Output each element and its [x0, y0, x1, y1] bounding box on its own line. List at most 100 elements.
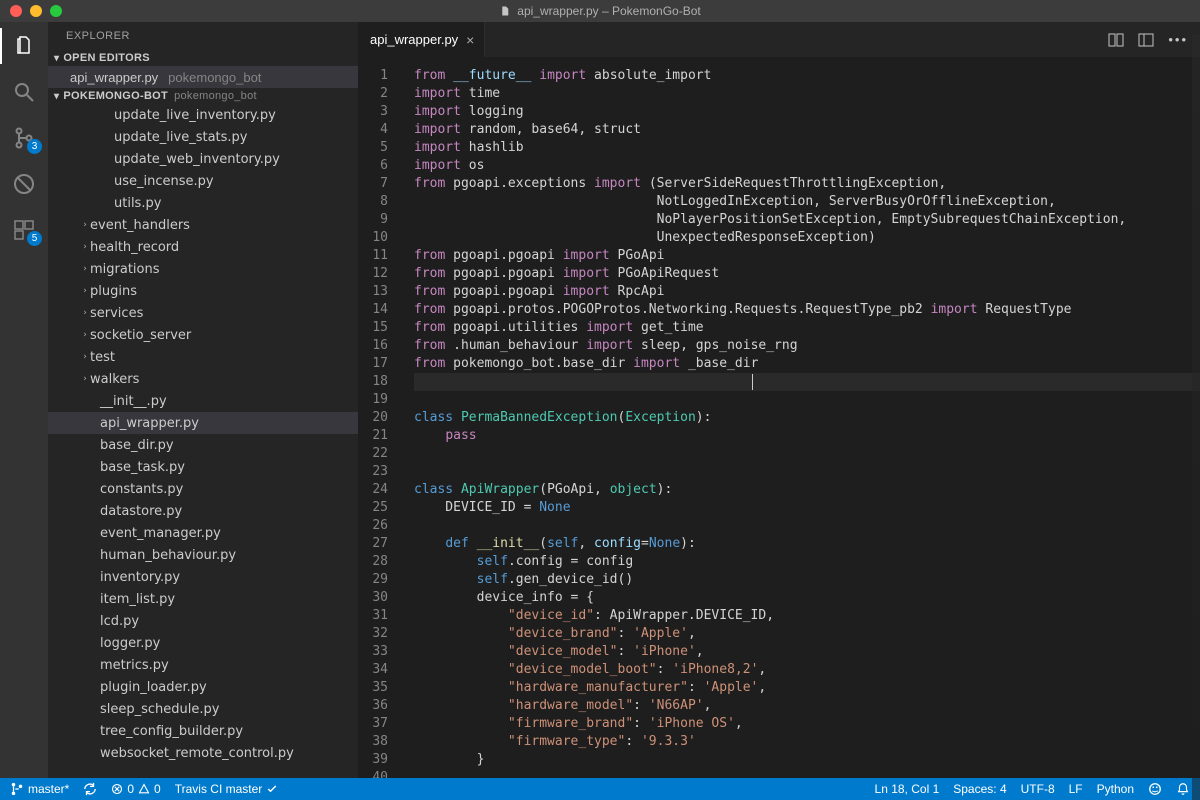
tree-folder[interactable]: ›walkers [48, 368, 358, 390]
tree-file[interactable]: ›lcd.py [48, 610, 358, 632]
tree-file[interactable]: ›constants.py [48, 478, 358, 500]
tree-file[interactable]: ›metrics.py [48, 654, 358, 676]
tree-file[interactable]: ›event_manager.py [48, 522, 358, 544]
code-line[interactable]: "device_id": ApiWrapper.DEVICE_ID, [414, 607, 1200, 625]
code-line[interactable]: from pgoapi.pgoapi import PGoApiRequest [414, 265, 1200, 283]
tree-file[interactable]: ›inventory.py [48, 566, 358, 588]
code-line[interactable]: "hardware_manufacturer": 'Apple', [414, 679, 1200, 697]
extensions-activity[interactable]: 5 [10, 216, 38, 244]
code-line[interactable]: from pgoapi.utilities import get_time [414, 319, 1200, 337]
travis-status[interactable]: Travis CI master [175, 782, 279, 796]
code-line[interactable]: from pgoapi.exceptions import (ServerSid… [414, 175, 1200, 193]
tree-file[interactable]: ›update_web_inventory.py [48, 148, 358, 170]
close-window-button[interactable] [10, 5, 22, 17]
branch-status[interactable]: master* [10, 782, 69, 796]
cursor-position-status[interactable]: Ln 18, Col 1 [875, 782, 940, 796]
scm-activity[interactable]: 3 [10, 124, 38, 152]
more-actions-icon[interactable]: ••• [1168, 32, 1188, 47]
code-line[interactable]: "firmware_brand": 'iPhone OS', [414, 715, 1200, 733]
tree-file[interactable]: ›base_task.py [48, 456, 358, 478]
code-line[interactable] [414, 445, 1200, 463]
tree-file[interactable]: ›human_behaviour.py [48, 544, 358, 566]
code-line[interactable] [414, 769, 1200, 778]
code-line[interactable]: def __init__(self, config=None): [414, 535, 1200, 553]
code-line[interactable]: DEVICE_ID = None [414, 499, 1200, 517]
tree-file[interactable]: ›base_dir.py [48, 434, 358, 456]
tree-file[interactable]: ›use_incense.py [48, 170, 358, 192]
close-icon[interactable]: × [466, 32, 474, 48]
tree-file[interactable]: ›__init__.py [48, 390, 358, 412]
layout-icon[interactable] [1138, 32, 1154, 48]
code-line[interactable]: from pgoapi.pgoapi import RpcApi [414, 283, 1200, 301]
project-section-header[interactable]: ▾ POKEMONGO-BOT pokemongo_bot [48, 88, 358, 104]
code-line[interactable]: import random, base64, struct [414, 121, 1200, 139]
code-editor[interactable]: 1234567891011121314151617181920212223242… [358, 57, 1200, 778]
code-content[interactable]: from __future__ import absolute_importim… [406, 57, 1200, 778]
tree-folder[interactable]: ›migrations [48, 258, 358, 280]
code-line[interactable]: device_info = { [414, 589, 1200, 607]
code-line[interactable] [414, 373, 1200, 391]
search-activity[interactable] [10, 78, 38, 106]
problems-status[interactable]: 0 0 [111, 782, 160, 796]
sync-status[interactable] [83, 782, 97, 796]
tree-folder[interactable]: ›health_record [48, 236, 358, 258]
debug-activity[interactable] [10, 170, 38, 198]
tree-file[interactable]: ›sleep_schedule.py [48, 698, 358, 720]
code-line[interactable] [414, 517, 1200, 535]
code-line[interactable]: class ApiWrapper(PGoApi, object): [414, 481, 1200, 499]
code-line[interactable]: from .human_behaviour import sleep, gps_… [414, 337, 1200, 355]
tree-file[interactable]: ›api_wrapper.py [48, 412, 358, 434]
feedback-status[interactable] [1148, 782, 1162, 796]
code-line[interactable]: class PermaBannedException(Exception): [414, 409, 1200, 427]
code-line[interactable]: self.gen_device_id() [414, 571, 1200, 589]
tree-file[interactable]: ›logger.py [48, 632, 358, 654]
code-line[interactable] [414, 463, 1200, 481]
eol-status[interactable]: LF [1069, 782, 1083, 796]
code-line[interactable]: from __future__ import absolute_import [414, 67, 1200, 85]
code-line[interactable]: "hardware_model": 'N66AP', [414, 697, 1200, 715]
open-editors-section-header[interactable]: ▾ OPEN EDITORS [48, 50, 358, 66]
notifications-status[interactable] [1176, 782, 1190, 796]
open-editor-item[interactable]: api_wrapper.py pokemongo_bot [48, 66, 358, 88]
tree-folder[interactable]: ›plugins [48, 280, 358, 302]
code-line[interactable]: self.config = config [414, 553, 1200, 571]
tree-folder[interactable]: ›services [48, 302, 358, 324]
code-line[interactable]: import time [414, 85, 1200, 103]
code-line[interactable]: "device_model": 'iPhone', [414, 643, 1200, 661]
tab-api-wrapper[interactable]: api_wrapper.py × [358, 22, 485, 57]
encoding-status[interactable]: UTF-8 [1021, 782, 1055, 796]
tree-file[interactable]: ›websocket_remote_control.py [48, 742, 358, 764]
tree-file[interactable]: ›utils.py [48, 192, 358, 214]
code-line[interactable]: "firmware_type": '9.3.3' [414, 733, 1200, 751]
minimize-window-button[interactable] [30, 5, 42, 17]
indentation-status[interactable]: Spaces: 4 [953, 782, 1006, 796]
code-line[interactable]: "device_model_boot": 'iPhone8,2', [414, 661, 1200, 679]
code-line[interactable]: NoPlayerPositionSetException, EmptySubre… [414, 211, 1200, 229]
code-line[interactable]: import logging [414, 103, 1200, 121]
code-line[interactable]: import hashlib [414, 139, 1200, 157]
code-line[interactable]: pass [414, 427, 1200, 445]
code-line[interactable]: from pokemongo_bot.base_dir import _base… [414, 355, 1200, 373]
code-line[interactable]: NotLoggedInException, ServerBusyOrOfflin… [414, 193, 1200, 211]
tree-file[interactable]: ›plugin_loader.py [48, 676, 358, 698]
code-line[interactable] [414, 391, 1200, 409]
explorer-activity[interactable] [10, 32, 38, 60]
code-line[interactable]: from pgoapi.pgoapi import PGoApi [414, 247, 1200, 265]
tree-folder[interactable]: ›test [48, 346, 358, 368]
file-tree[interactable]: ›update_live_inventory.py›update_live_st… [48, 104, 358, 778]
tree-file[interactable]: ›datastore.py [48, 500, 358, 522]
code-line[interactable]: "device_brand": 'Apple', [414, 625, 1200, 643]
tree-file[interactable]: ›item_list.py [48, 588, 358, 610]
tree-file[interactable]: ›update_live_inventory.py [48, 104, 358, 126]
language-status[interactable]: Python [1097, 782, 1134, 796]
code-line[interactable]: from pgoapi.protos.POGOProtos.Networking… [414, 301, 1200, 319]
code-line[interactable]: import os [414, 157, 1200, 175]
code-line[interactable]: } [414, 751, 1200, 769]
tree-file[interactable]: ›tree_config_builder.py [48, 720, 358, 742]
minimap[interactable] [1192, 35, 1200, 778]
split-editor-icon[interactable] [1108, 32, 1124, 48]
maximize-window-button[interactable] [50, 5, 62, 17]
tree-folder[interactable]: ›socketio_server [48, 324, 358, 346]
code-line[interactable]: UnexpectedResponseException) [414, 229, 1200, 247]
tree-file[interactable]: ›update_live_stats.py [48, 126, 358, 148]
